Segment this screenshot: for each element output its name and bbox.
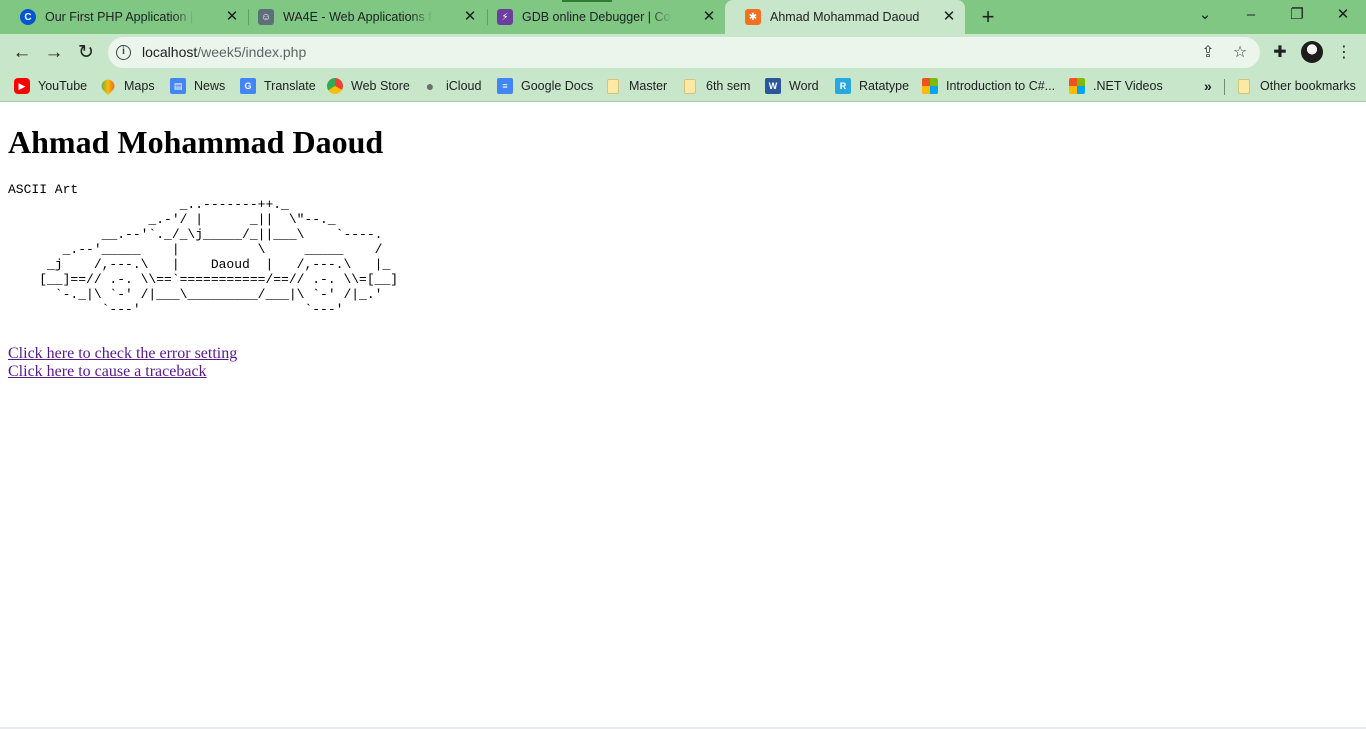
bookmark-folder-6th-sem[interactable]: 6th sem [682,76,750,96]
tab-gdb[interactable]: ⚡ GDB online Debugger | Compiler ✕ [477,0,725,34]
bookmark-intro-csharp[interactable]: Introduction to C#... [922,76,1055,96]
microsoft-icon [1069,78,1085,94]
folder-icon [607,78,619,94]
tab-active-daoud[interactable]: ✱ Ahmad Mohammad Daoud ✕ [725,0,965,34]
folder-icon [684,78,696,94]
maps-icon [98,76,118,96]
xampp-icon: ✱ [745,9,761,25]
profile-avatar[interactable] [1301,41,1323,63]
bookmark-news[interactable]: ▤ News [170,76,225,96]
error-setting-link[interactable]: Click here to check the error setting [8,345,1358,363]
minimize-icon[interactable]: – [1238,4,1264,26]
bookmark-net-videos[interactable]: .NET Videos [1069,76,1163,96]
tab-strip: C Our First PHP Application | Cours ✕ ☺ … [0,0,1366,34]
close-icon[interactable]: ✕ [462,9,478,25]
bookmark-word[interactable]: W Word [765,76,819,96]
bookmark-ratatype[interactable]: R Ratatype [835,76,909,96]
bookmark-maps[interactable]: Maps [98,76,155,96]
ratatype-icon: R [835,78,851,94]
translate-icon: G [240,78,256,94]
url-text[interactable]: localhost/week5/index.php [142,44,306,60]
restore-icon[interactable]: ❐ [1284,4,1310,26]
back-arrow-icon[interactable]: ← [9,40,35,66]
bookmark-icloud[interactable]: ● iCloud [422,76,482,96]
apple-icon: ● [425,78,435,94]
bookmark-folder-master[interactable]: Master [605,76,667,96]
bookmarks-overflow-icon[interactable]: » [1204,76,1212,96]
share-icon[interactable]: ⇪ [1198,43,1218,63]
forward-arrow-icon[interactable]: → [41,40,67,66]
ascii-art-block: ASCII Art _..-------++._ _.-'/ | _|| \"-… [8,182,1358,317]
ascii-art-car: _..-------++._ _.-'/ | _|| \"--._ __.--'… [39,197,399,317]
bookmark-other-bookmarks[interactable]: Other bookmarks [1236,76,1356,96]
menu-kebab-icon[interactable]: ⋮ [1332,41,1356,65]
page-content: Ahmad Mohammad Daoud ASCII Art _..------… [8,103,1358,381]
traceback-link[interactable]: Click here to cause a traceback [8,363,1358,381]
new-tab-button[interactable]: + [977,6,999,28]
folder-icon [1238,78,1250,94]
close-icon[interactable]: ✕ [701,9,717,25]
microsoft-icon [922,78,938,94]
link-list: Click here to check the error setting Cl… [8,345,1358,381]
tab-search-icon[interactable]: ⌄ [1192,4,1218,26]
reload-icon[interactable]: ↻ [73,40,99,66]
bookmark-star-icon[interactable]: ☆ [1230,43,1250,63]
tab-wa4e[interactable]: ☺ WA4E - Web Applications for Eve ✕ [238,0,486,34]
docs-icon: ≡ [497,78,513,94]
ascii-art-label: ASCII Art [8,182,79,197]
close-icon[interactable]: ✕ [941,9,957,25]
youtube-icon: ▶ [14,78,30,94]
word-icon: W [765,78,781,94]
news-icon: ▤ [170,78,186,94]
extensions-puzzle-icon[interactable]: ✚ [1268,41,1292,65]
bookmark-google-docs[interactable]: ≡ Google Docs [497,76,593,96]
bookmarks-bar: ▶ YouTube Maps ▤ News G Translate Web St… [0,71,1366,102]
bookmark-translate[interactable]: G Translate [240,76,316,96]
site-info-icon[interactable]: i [116,45,131,60]
coursera-icon: C [20,9,36,25]
bookmark-web-store[interactable]: Web Store [327,76,410,96]
browser-toolbar: ← → ↻ i localhost/week5/index.php ⇪ ☆ ✚ … [0,34,1366,71]
wa4e-icon: ☺ [258,9,274,25]
bookmarks-divider [1224,79,1225,95]
page-heading: Ahmad Mohammad Daoud [8,124,384,160]
bookmark-youtube[interactable]: ▶ YouTube [14,76,87,96]
address-bar[interactable]: i localhost/week5/index.php ⇪ ☆ [108,37,1260,68]
window-close-icon[interactable]: ✕ [1330,4,1356,26]
tab-coursera[interactable]: C Our First PHP Application | Cours ✕ [0,0,248,34]
gdb-icon: ⚡ [497,9,513,25]
webstore-icon [327,78,343,94]
